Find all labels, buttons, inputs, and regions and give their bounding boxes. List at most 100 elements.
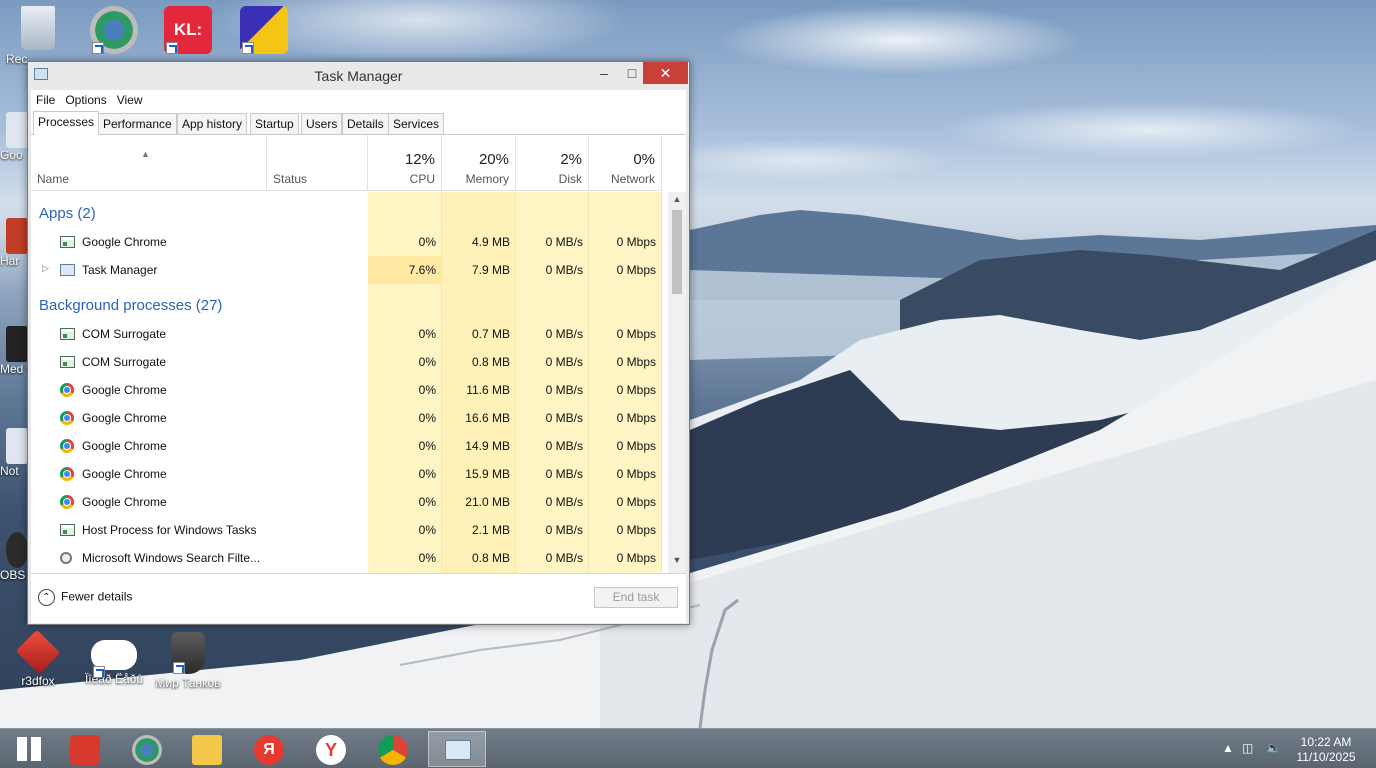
maximize-button[interactable]: □	[618, 62, 646, 84]
title-bar[interactable]: Task Manager ‒ □ ✕	[28, 62, 689, 90]
edge-shortcut-2[interactable]: Har	[0, 218, 28, 268]
process-disk-cell: 0 MB/s	[545, 467, 583, 481]
process-name: Microsoft Windows Search Filte...	[82, 551, 261, 565]
taskbar-yandex-browser[interactable]: Y	[302, 731, 360, 767]
process-memory-cell: 21.0 MB	[465, 495, 510, 509]
scroll-down-icon[interactable]: ▼	[668, 555, 686, 571]
clock[interactable]: 10:22 AM 11/10/2025	[1294, 735, 1358, 765]
group-header[interactable]: Apps (2)	[31, 198, 668, 228]
process-row[interactable]: Google Chrome 0% 4.9 MB 0 MB/s 0 Mbps	[31, 228, 668, 256]
tab-details[interactable]: Details	[342, 113, 389, 134]
edge-shortcut-1[interactable]: Goo	[0, 112, 28, 162]
process-row[interactable]: COM Surrogate 0% 0.8 MB 0 MB/s 0 Mbps	[31, 348, 668, 376]
process-row[interactable]: Microsoft Windows Search Filte... 0% 0.8 M…	[31, 544, 668, 572]
process-name: Google Chrome	[82, 411, 167, 425]
mir-tankov-shortcut[interactable]: Мир Танков	[150, 632, 226, 690]
group-title: Apps (2)	[39, 205, 96, 222]
process-row[interactable]: Google Chrome 0% 15.9 MB 0 MB/s 0 Mbps	[31, 460, 668, 488]
taskbar-browser[interactable]	[118, 731, 176, 767]
menu-options[interactable]: Options	[60, 90, 111, 107]
process-network-cell: 0 Mbps	[616, 263, 656, 277]
group-header[interactable]: Background processes (27)	[31, 290, 668, 320]
column-header-network[interactable]: 0% Network	[589, 135, 662, 191]
taskbar-chrome[interactable]	[364, 731, 422, 767]
vertical-scrollbar[interactable]: ▲ ▼	[668, 192, 686, 573]
close-button[interactable]: ✕	[643, 62, 688, 84]
menu-view[interactable]: View	[112, 90, 148, 107]
process-row[interactable]: Host Process for Windows Tasks 0% 2.1 MB 0 …	[31, 516, 668, 544]
process-memory-cell: 7.9 MB	[471, 263, 510, 277]
fewer-details-button[interactable]: ⌃ Fewer details	[38, 589, 132, 606]
process-row[interactable]: Google Chrome 0% 14.9 MB 0 MB/s 0 Mbps	[31, 432, 668, 460]
app-icon	[6, 326, 28, 362]
column-disk-label: Disk	[558, 172, 582, 186]
process-name: Task Manager	[82, 263, 158, 277]
process-cpu-cell: 0%	[418, 411, 436, 425]
column-memory-label: Memory	[465, 172, 509, 186]
browser-shortcut[interactable]	[76, 6, 152, 54]
disk-total: 2%	[560, 151, 582, 168]
games-shortcut[interactable]: Ïîêåð Ëåðû	[76, 632, 152, 686]
volume-icon[interactable]: 🔈	[1266, 741, 1281, 755]
tab-services[interactable]: Services	[388, 113, 445, 134]
end-task-button[interactable]: End task	[594, 587, 678, 608]
recycle-bin-shortcut[interactable]: Rec	[0, 6, 76, 66]
process-row[interactable]: ▷ Task Manager 7.6% 7.9 MB 0 MB/s 0 Mbps	[31, 256, 668, 284]
scroll-up-icon[interactable]: ▲	[668, 194, 686, 210]
tab-performance[interactable]: Performance	[98, 113, 177, 134]
globe-browser-icon	[132, 735, 162, 765]
tab-users[interactable]: Users	[301, 113, 343, 134]
sort-ascending-icon: ▲	[141, 149, 150, 159]
process-name: Google Chrome	[82, 495, 167, 509]
network-icon[interactable]: ◫	[1242, 741, 1253, 755]
process-memory-cell: 16.6 MB	[465, 411, 510, 425]
process-row[interactable]: Google Chrome 0% 16.6 MB 0 MB/s 0 Mbps	[31, 404, 668, 432]
game-shortcut[interactable]	[226, 6, 302, 54]
edge-label-2: Har	[0, 254, 20, 268]
process-cpu-cell: 0%	[418, 495, 436, 509]
column-header-status[interactable]: Status	[267, 135, 368, 191]
chrome-icon	[378, 735, 408, 765]
process-table: ▲ Name Status 12% CPU 20% Memory 2% Disk…	[31, 135, 686, 573]
process-memory-cell: 4.9 MB	[471, 235, 510, 249]
edge-shortcut-3[interactable]: Med C	[0, 326, 28, 376]
system-tray: ▲ ◫ 🔈 10:22 AM 11/10/2025	[1216, 729, 1376, 768]
kaspersky-shortcut[interactable]: KL:	[150, 6, 226, 54]
games-label: Ïîêåð Ëåðû	[84, 672, 144, 686]
menu-bar: File Options View	[31, 90, 686, 110]
taskbar-file-explorer[interactable]	[178, 731, 236, 767]
edge-shortcut-5[interactable]: OBS	[0, 532, 28, 582]
tab-app-history[interactable]: App history	[177, 113, 248, 134]
expand-chevron-icon[interactable]: ▷	[42, 263, 49, 274]
tab-startup[interactable]: Startup	[250, 113, 299, 134]
task-manager-icon	[60, 264, 75, 276]
process-memory-cell: 0.8 MB	[471, 551, 510, 565]
column-header-name[interactable]: ▲ Name	[31, 135, 267, 191]
process-cpu-cell: 0%	[418, 355, 436, 369]
scroll-thumb[interactable]	[672, 210, 682, 294]
start-button[interactable]	[0, 731, 58, 767]
process-disk-cell: 0 MB/s	[545, 551, 583, 565]
process-rows: Apps (2) Google Chrome 0% 4.9 MB 0 MB/s 0 Mbp…	[31, 192, 668, 573]
taskbar-task-manager[interactable]	[428, 731, 486, 767]
taskbar-r3dfox[interactable]	[56, 731, 114, 767]
yandex-browser-icon: Y	[316, 735, 346, 765]
minimize-button[interactable]: ‒	[590, 62, 618, 84]
column-header-memory[interactable]: 20% Memory	[442, 135, 516, 191]
process-name: Google Chrome	[82, 467, 167, 481]
yandex-icon: Я	[254, 735, 284, 765]
process-row[interactable]: Google Chrome 0% 11.6 MB 0 MB/s 0 Mbps	[31, 376, 668, 404]
recycle-bin-icon	[21, 6, 55, 50]
process-name: COM Surrogate	[82, 327, 167, 341]
process-row[interactable]: COM Surrogate 0% 0.7 MB 0 MB/s 0 Mbps	[31, 320, 668, 348]
column-header-cpu[interactable]: 12% CPU	[368, 135, 442, 191]
menu-file[interactable]: File	[31, 90, 60, 107]
show-hidden-icons[interactable]: ▲	[1222, 741, 1234, 755]
r3dfox-shortcut[interactable]: r3dfox	[0, 629, 76, 688]
column-header-disk[interactable]: 2% Disk	[516, 135, 589, 191]
process-cpu-cell: 0%	[418, 551, 436, 565]
edge-shortcut-4[interactable]: Not	[0, 428, 28, 478]
taskbar-yandex[interactable]: Я	[240, 731, 298, 767]
tab-processes[interactable]: Processes	[33, 111, 100, 135]
process-row[interactable]: Google Chrome 0% 21.0 MB 0 MB/s 0 Mbps	[31, 488, 668, 516]
